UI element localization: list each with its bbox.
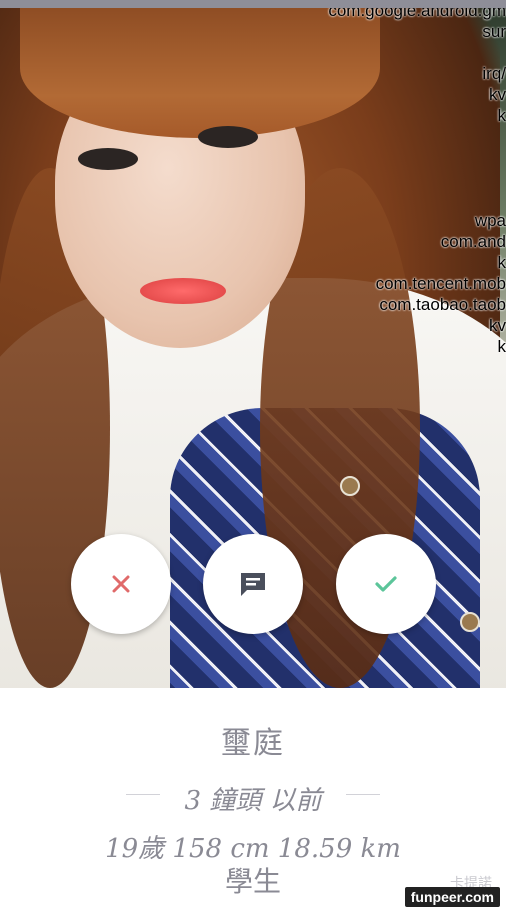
last-active-time: 3 鐘頭 以前 (184, 786, 322, 816)
chat-icon (241, 573, 265, 596)
divider (346, 794, 380, 795)
check-icon (375, 576, 397, 592)
photo-lips (140, 278, 226, 304)
photo-shirt-button (460, 612, 480, 632)
overlay-line: k (497, 106, 506, 125)
overlay-line: com.and (440, 232, 506, 251)
overlay-line: wpa (474, 211, 506, 230)
message-button[interactable] (203, 534, 303, 634)
overlay-line: irq/ (482, 64, 506, 83)
overlay-line: com.google.android.gm (328, 8, 506, 20)
overlay-line: k (497, 337, 506, 356)
overlay-line: sur (482, 22, 506, 41)
profile-info: 璽庭 3 鐘頭 以前 19歲 158 cm 18.59 km 學生 卡提諾 fu… (0, 688, 506, 913)
reject-button[interactable] (71, 534, 171, 634)
last-active-row: 3 鐘頭 以前 (0, 780, 506, 816)
profile-name: 璽庭 (221, 726, 285, 761)
watermark-logo: funpeer.com (404, 887, 500, 907)
status-bar (0, 0, 506, 8)
overlay-line: com.taobao.taob (379, 295, 506, 314)
photo-eye (198, 126, 258, 148)
overlay-line: kv (489, 316, 506, 335)
overlay-line: k (497, 253, 506, 272)
overlay-line: kv (489, 85, 506, 104)
photo-eye (78, 148, 138, 170)
overlay-line (328, 42, 506, 63)
accept-button[interactable] (336, 534, 436, 634)
photo-shirt-button (340, 476, 360, 496)
debug-overlay-text: com.google.android.gm sur irq/ kv k wpa … (328, 8, 506, 357)
overlay-line: com.tencent.mob (375, 274, 506, 293)
close-icon (112, 575, 130, 593)
